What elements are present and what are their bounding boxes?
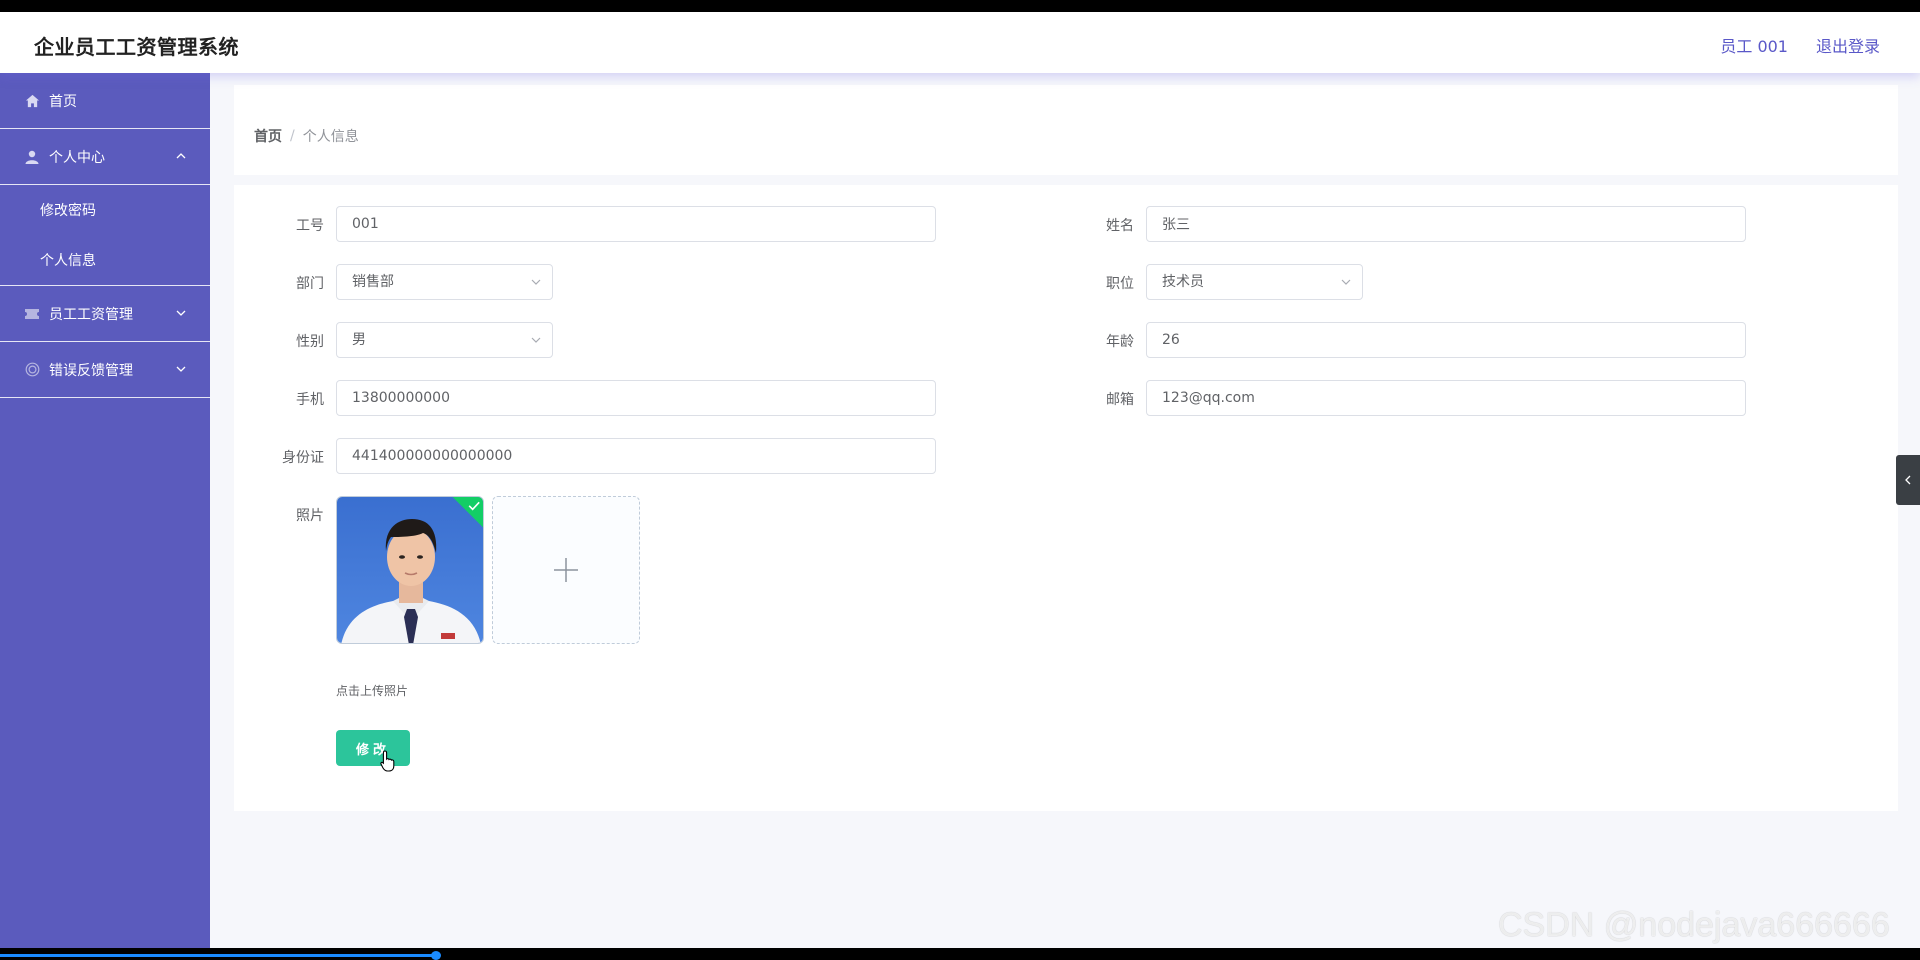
id-card-label: 身份证	[282, 450, 324, 466]
video-progress-knob[interactable]	[431, 951, 441, 960]
sidebar: 首页 个人中心 修改密码 个人信息 员工工资管理 错误反馈管理	[0, 73, 210, 948]
breadcrumb-card: 首页 / 个人信息	[234, 85, 1898, 175]
top-header: 企业员工工资管理系统 员工 001 退出登录	[0, 12, 1920, 73]
chevron-up-icon	[176, 153, 186, 159]
breadcrumb-home[interactable]: 首页	[254, 126, 282, 146]
ticket-icon	[24, 306, 40, 322]
current-user: 员工 001	[1720, 37, 1788, 56]
gender-select[interactable]: 男	[336, 322, 553, 358]
chevron-left-icon	[1905, 475, 1911, 485]
department-label: 部门	[296, 276, 324, 292]
user-icon	[24, 149, 40, 165]
photo-upload-button[interactable]	[492, 496, 640, 644]
name-input[interactable]	[1146, 206, 1746, 242]
age-input[interactable]	[1146, 322, 1746, 358]
side-panel-toggle[interactable]	[1896, 455, 1920, 505]
sidebar-item-feedback-management[interactable]: 错误反馈管理	[0, 342, 210, 398]
chevron-down-icon	[531, 337, 541, 343]
sidebar-item-label: 个人中心	[49, 149, 105, 166]
cursor-pointer-icon	[380, 750, 395, 772]
photo-label: 照片	[296, 508, 324, 524]
update-button[interactable]: 修改	[336, 730, 410, 766]
logout-link[interactable]: 退出登录	[1816, 33, 1880, 57]
uploaded-photo[interactable]	[336, 496, 484, 644]
sidebar-item-label: 员工工资管理	[49, 306, 133, 323]
name-label: 姓名	[1106, 218, 1134, 234]
chevron-down-icon	[531, 279, 541, 285]
gender-value: 男	[352, 332, 366, 348]
watermark: CSDN @nodejava666666	[1498, 906, 1890, 944]
sidebar-item-label: 首页	[49, 93, 77, 110]
email-label: 邮箱	[1106, 392, 1134, 408]
app-title: 企业员工工资管理系统	[34, 35, 239, 59]
personal-center-submenu: 修改密码 个人信息	[0, 185, 210, 286]
chevron-down-icon	[1341, 279, 1351, 285]
breadcrumb-current: 个人信息	[302, 129, 359, 145]
home-icon	[24, 93, 40, 109]
sidebar-item-home[interactable]: 首页	[0, 73, 210, 129]
position-label: 职位	[1106, 276, 1134, 292]
sidebar-item-personal-center[interactable]: 个人中心	[0, 129, 210, 185]
phone-input[interactable]	[336, 380, 936, 416]
id-card-input[interactable]	[336, 438, 936, 474]
sidebar-item-personal-info[interactable]: 个人信息	[0, 235, 210, 285]
personal-info-form: 工号 姓名 部门 销售部 职位 技术员 性别 男 年龄 手机 邮箱 身份证	[234, 185, 1898, 811]
breadcrumb: 首页 / 个人信息	[254, 126, 359, 146]
department-select[interactable]: 销售部	[336, 264, 553, 300]
sidebar-item-salary-management[interactable]: 员工工资管理	[0, 286, 210, 342]
chevron-down-icon	[176, 366, 186, 372]
department-value: 销售部	[352, 274, 394, 290]
chevron-down-icon	[176, 310, 186, 316]
check-icon	[468, 501, 480, 511]
plus-icon	[554, 558, 578, 582]
sidebar-item-label: 错误反馈管理	[49, 362, 133, 379]
employee-no-input[interactable]	[336, 206, 936, 242]
phone-label: 手机	[296, 392, 324, 408]
email-input[interactable]	[1146, 380, 1746, 416]
feedback-icon	[24, 362, 40, 378]
sidebar-item-change-password[interactable]: 修改密码	[0, 185, 210, 235]
app-window: 企业员工工资管理系统 员工 001 退出登录 首页 个人中心 修改密码 个人信息	[0, 12, 1920, 948]
employee-no-label: 工号	[296, 218, 324, 234]
position-value: 技术员	[1162, 274, 1204, 290]
age-label: 年龄	[1106, 334, 1134, 350]
position-select[interactable]: 技术员	[1146, 264, 1363, 300]
portrait-image	[337, 497, 483, 643]
breadcrumb-separator: /	[290, 128, 295, 144]
upload-tip: 点击上传照片	[336, 684, 409, 698]
gender-label: 性别	[296, 334, 324, 350]
video-progress-bar[interactable]	[0, 954, 436, 957]
